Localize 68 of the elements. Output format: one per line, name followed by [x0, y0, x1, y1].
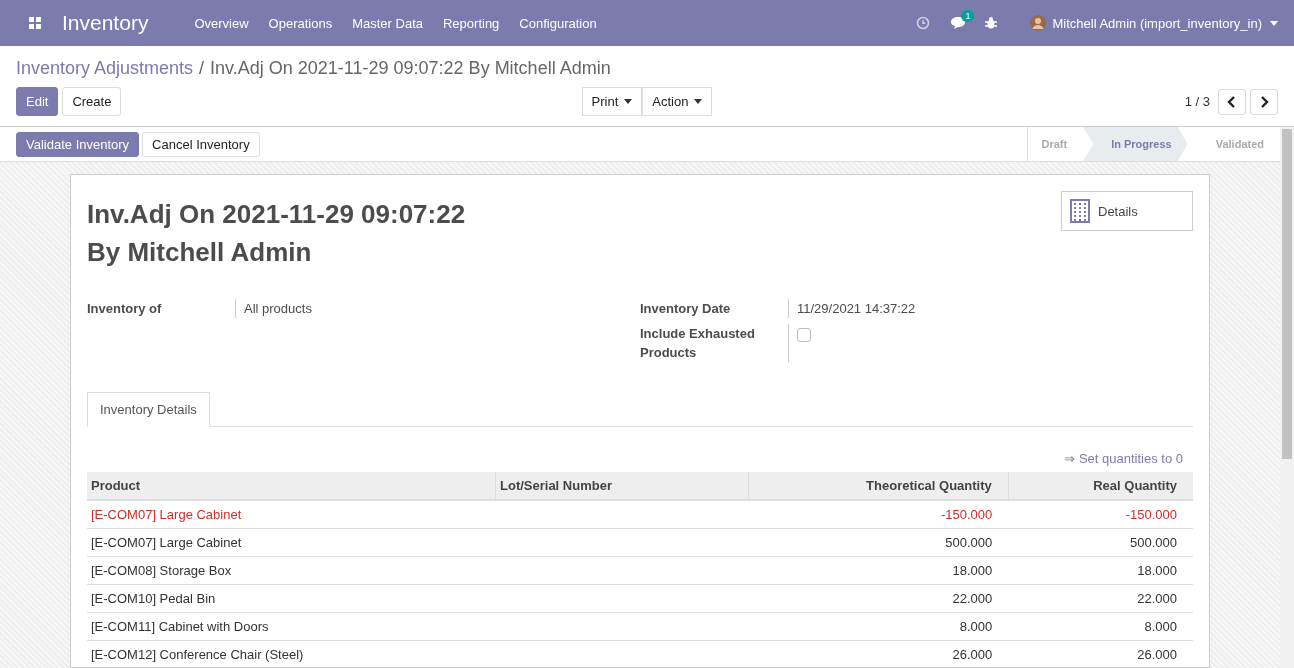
- table-cell: 18.000: [1008, 556, 1193, 585]
- menu-item[interactable]: Reporting: [443, 15, 500, 31]
- next-button[interactable]: [1250, 88, 1278, 115]
- user-avatar[interactable]: [1030, 15, 1047, 31]
- menu-item[interactable]: Overview: [194, 15, 249, 31]
- dropdown-button[interactable]: Action: [642, 87, 713, 116]
- caret-icon: [624, 99, 633, 104]
- notebook-tab[interactable]: Inventory Details: [87, 392, 210, 427]
- table-cell: [E-COM12] Conference Chair (Steel): [87, 640, 496, 668]
- scrollbar[interactable]: [1280, 127, 1294, 668]
- set-quantities-link[interactable]: ⇒ Set quantities to 0: [1064, 451, 1183, 466]
- table-cell: [E-COM07] Large Cabinet: [87, 500, 496, 529]
- column-header[interactable]: Theoretical Quantity: [748, 472, 1009, 500]
- cancel-button[interactable]: Cancel Inventory: [142, 131, 260, 157]
- table-cell: 8.000: [1008, 612, 1193, 641]
- chevron-left-icon: [1227, 95, 1237, 108]
- menu-item[interactable]: Configuration: [519, 15, 597, 31]
- validate-button[interactable]: Validate Inventory: [16, 131, 140, 157]
- status-stage[interactable]: Draft: [1027, 127, 1084, 161]
- table-cell: [E-COM11] Cabinet with Doors: [87, 612, 496, 641]
- chat-icon[interactable]: [950, 16, 967, 30]
- field-value: All products: [243, 300, 312, 318]
- caret-icon: [694, 99, 703, 104]
- table-cell: 18.000: [748, 556, 1009, 585]
- status-stage[interactable]: Validated: [1187, 127, 1280, 161]
- field-label: Inventory Date: [640, 299, 789, 318]
- table-cell: 500.000: [1008, 528, 1193, 557]
- building-icon: [1070, 199, 1090, 223]
- table-cell: 26.000: [1008, 640, 1193, 668]
- menu-item[interactable]: Master Data: [352, 15, 423, 31]
- menu-item[interactable]: Operations: [268, 15, 333, 31]
- bug-icon[interactable]: [984, 16, 999, 30]
- edit-button[interactable]: Edit: [16, 87, 59, 116]
- table-cell: 22.000: [1008, 584, 1193, 613]
- breadcrumb-separator: /: [199, 58, 205, 79]
- breadcrumb-link[interactable]: Inventory Adjustments: [16, 58, 194, 79]
- column-header[interactable]: Lot/Serial Number: [495, 472, 749, 500]
- table-cell: 8.000: [748, 612, 1009, 641]
- table-cell: [E-COM08] Storage Box: [87, 556, 496, 585]
- field-value: 11/29/2021 14:37:22: [796, 300, 916, 318]
- message-count-badge: 1: [961, 10, 975, 22]
- details-button[interactable]: Details: [1061, 191, 1193, 231]
- table-cell: 22.000: [748, 584, 1009, 613]
- table-cell: 26.000: [748, 640, 1009, 668]
- checkbox[interactable]: [797, 328, 811, 342]
- pager-counter: 1 / 3: [1184, 94, 1210, 109]
- status-stage[interactable]: In Progress: [1083, 127, 1188, 161]
- field-label: Inventory of: [87, 299, 236, 318]
- apps-menu-icon[interactable]: [28, 16, 42, 30]
- record-title: Inv.Adj On 2021-11-29 09:07:22: [87, 198, 466, 231]
- clock-icon[interactable]: [916, 16, 931, 30]
- caret-icon[interactable]: [1270, 20, 1278, 26]
- table-cell: 500.000: [748, 528, 1009, 557]
- create-button[interactable]: Create: [62, 87, 122, 116]
- field-label: Include Exhausted Products: [640, 324, 789, 362]
- chevron-right-icon: [1259, 95, 1269, 108]
- column-header[interactable]: Real Quantity: [1008, 472, 1193, 500]
- dropdown-button[interactable]: Print: [581, 87, 643, 116]
- record-title: By Mitchell Admin: [87, 236, 313, 269]
- table-cell: -150.000: [748, 500, 1009, 529]
- user-menu[interactable]: Mitchell Admin (import_inventory_in): [1052, 15, 1262, 31]
- table-cell: -150.000: [1008, 500, 1193, 529]
- breadcrumb-current: Inv.Adj On 2021-11-29 09:07:22 By Mitchell Admin: [210, 58, 611, 79]
- table-cell: [E-COM10] Pedal Bin: [87, 584, 496, 613]
- table-cell: [E-COM07] Large Cabinet: [87, 528, 496, 557]
- column-header[interactable]: Product: [87, 472, 496, 500]
- previous-button[interactable]: [1218, 88, 1246, 115]
- app-title: Inventory: [62, 11, 149, 35]
